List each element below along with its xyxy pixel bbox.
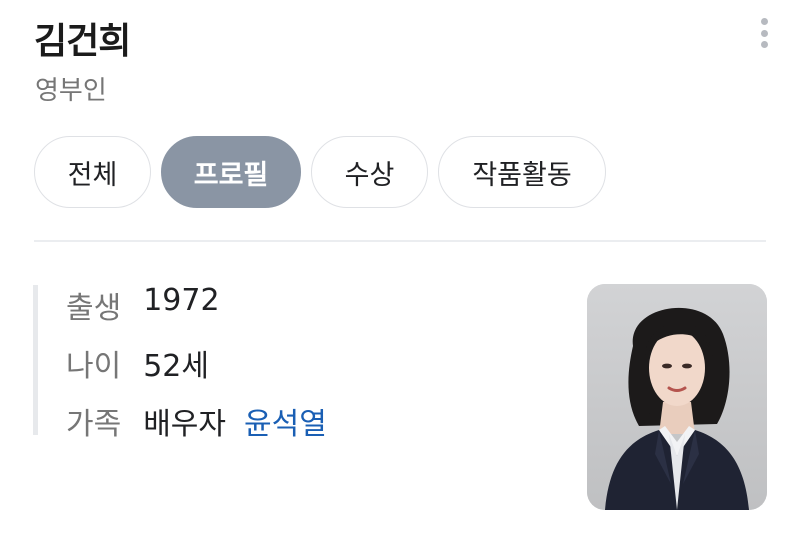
tab-awards[interactable]: 수상: [311, 136, 428, 208]
tab-all[interactable]: 전체: [34, 136, 151, 208]
spouse-link[interactable]: 윤석열: [244, 399, 327, 443]
page-subtitle: 영부인: [35, 76, 107, 106]
birth-value: 1972: [143, 283, 220, 318]
page-title: 김건희: [34, 21, 131, 62]
birth-label: 출생: [66, 291, 122, 326]
info-row-age: 나이 52세: [66, 341, 209, 385]
tab-profile[interactable]: 프로필: [161, 136, 301, 208]
family-relation: 배우자: [143, 407, 227, 442]
portrait-illustration: [587, 284, 767, 510]
info-accent-bar: [33, 285, 38, 435]
tab-works[interactable]: 작품활동: [438, 136, 606, 208]
age-value: 52세: [143, 349, 209, 384]
more-options-icon[interactable]: [750, 16, 778, 50]
info-row-family: 가족 배우자 윤석열: [66, 399, 327, 443]
profile-photo[interactable]: [587, 284, 767, 510]
info-row-birth: 출생 1972: [66, 283, 220, 327]
age-label: 나이: [66, 349, 122, 384]
divider: [34, 240, 766, 242]
family-label: 가족: [66, 407, 122, 442]
